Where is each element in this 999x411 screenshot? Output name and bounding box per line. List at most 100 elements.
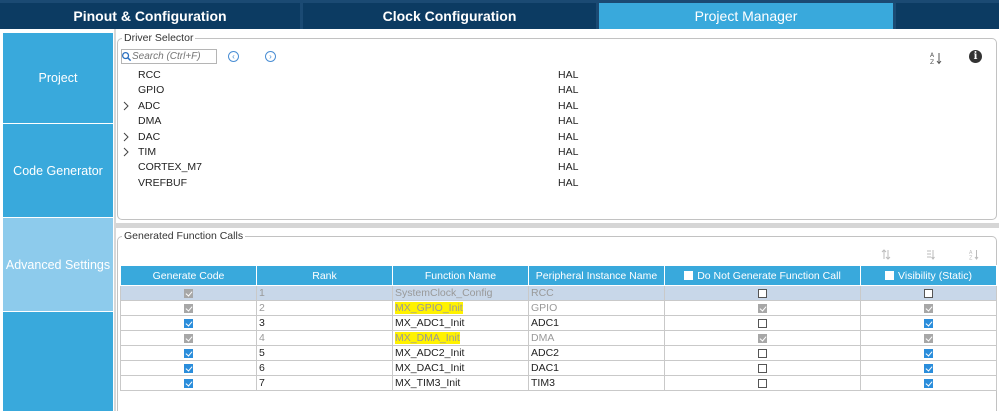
driver-name: TIM [138, 146, 157, 158]
cell-peripheral-instance: DAC1 [528, 360, 665, 376]
cell-do-not-generate [664, 345, 861, 361]
sort-alpha-icon[interactable]: A Z [969, 249, 979, 260]
driver-name: GPIO [138, 84, 165, 97]
table-row[interactable]: 1 SystemClock_Config RCC [120, 285, 997, 301]
driver-row-gpio[interactable]: GPIO HAL [118, 83, 978, 98]
cell-function-name: SystemClock_Config [392, 285, 529, 301]
cell-rank: 1 [256, 285, 393, 301]
driver-row-rcc[interactable]: RCC HAL [118, 68, 978, 83]
generate-code-checkbox[interactable] [184, 363, 193, 373]
driver-value[interactable]: HAL [558, 177, 578, 189]
do-not-generate-checkbox[interactable] [758, 348, 767, 358]
chevron-right-icon[interactable] [122, 132, 130, 142]
col-generate-code[interactable]: Generate Code [120, 265, 257, 286]
cell-rank: 2 [256, 300, 393, 316]
do-not-generate-checkbox[interactable] [758, 333, 767, 343]
search-input[interactable] [132, 50, 214, 63]
driver-name: DAC [138, 130, 161, 143]
driver-row-tim[interactable]: TIM HAL [118, 145, 978, 160]
svg-text:Z: Z [969, 256, 973, 261]
cell-function-name: MX_TIM3_Init [392, 375, 529, 391]
driver-value[interactable]: HAL [558, 161, 578, 173]
table-row[interactable]: 4 MX_DMA_Init DMA [120, 330, 997, 346]
nav-item-advanced-settings[interactable]: Advanced Settings [3, 218, 113, 311]
tab-tools[interactable] [896, 3, 999, 29]
cell-do-not-generate [664, 360, 861, 376]
driver-row-cortex_m7[interactable]: CORTEX_M7 HAL [118, 160, 978, 175]
nav-item-project[interactable]: Project [3, 33, 113, 123]
do-not-generate-checkbox[interactable] [758, 288, 767, 298]
horizontal-splitter[interactable] [116, 223, 999, 228]
cell-do-not-generate [664, 300, 861, 316]
driver-value[interactable]: HAL [558, 146, 578, 158]
cell-function-name: MX_ADC2_Init [392, 345, 529, 361]
col-peripheral-instance[interactable]: Peripheral Instance Name [528, 265, 665, 286]
visibility-checkbox[interactable] [924, 288, 933, 298]
tab-project-manager[interactable]: Project Manager [599, 3, 893, 29]
tab-clock-configuration[interactable]: Clock Configuration [303, 3, 596, 29]
header-checkbox[interactable] [684, 271, 694, 281]
table-row[interactable]: 3 MX_ADC1_Init ADC1 [120, 315, 997, 331]
do-not-generate-checkbox[interactable] [758, 363, 767, 373]
cell-do-not-generate [664, 330, 861, 346]
visibility-checkbox[interactable] [924, 318, 933, 328]
visibility-checkbox[interactable] [924, 303, 933, 313]
generate-code-checkbox[interactable] [184, 318, 193, 328]
sort-down-icon[interactable] [925, 249, 935, 260]
cell-peripheral-instance: DMA [528, 330, 665, 346]
driver-name: CORTEX_M7 [138, 161, 202, 174]
cell-rank: 7 [256, 375, 393, 391]
cell-do-not-generate [664, 285, 861, 301]
info-icon[interactable]: i [969, 50, 982, 63]
driver-value[interactable]: HAL [558, 100, 578, 112]
driver-value[interactable]: HAL [558, 115, 578, 127]
header-checkbox[interactable] [885, 271, 895, 281]
do-not-generate-checkbox[interactable] [758, 378, 767, 388]
visibility-checkbox[interactable] [924, 333, 933, 343]
vertical-splitter[interactable] [114, 29, 116, 411]
driver-name: DMA [138, 115, 162, 128]
cell-peripheral-instance: RCC [528, 285, 665, 301]
table-row[interactable]: 5 MX_ADC2_Init ADC2 [120, 345, 997, 361]
driver-row-vrefbuf[interactable]: VREFBUF HAL [118, 176, 978, 191]
sort-alpha-icon[interactable]: A Z [930, 51, 942, 65]
col-function-name[interactable]: Function Name [392, 265, 529, 286]
arrow-right-circle-icon[interactable]: › [265, 51, 276, 62]
cell-function-name: MX_GPIO_Init [392, 300, 529, 316]
visibility-checkbox[interactable] [924, 348, 933, 358]
do-not-generate-checkbox[interactable] [758, 318, 767, 328]
visibility-checkbox[interactable] [924, 378, 933, 388]
cell-visibility [860, 375, 997, 391]
cell-generate-code [120, 315, 257, 331]
chevron-right-icon[interactable] [122, 147, 130, 157]
nav-item-empty[interactable] [3, 312, 113, 411]
col-rank[interactable]: Rank [256, 265, 393, 286]
cell-generate-code [120, 375, 257, 391]
driver-row-dma[interactable]: DMA HAL [118, 114, 978, 129]
table-row[interactable]: 7 MX_TIM3_Init TIM3 [120, 375, 997, 391]
driver-value[interactable]: HAL [558, 69, 578, 81]
driver-value[interactable]: HAL [558, 131, 578, 143]
driver-row-adc[interactable]: ADC HAL [118, 99, 978, 114]
do-not-generate-checkbox[interactable] [758, 303, 767, 313]
generate-code-checkbox[interactable] [184, 348, 193, 358]
cell-visibility [860, 330, 997, 346]
chevron-right-icon[interactable] [122, 101, 130, 111]
generate-code-checkbox[interactable] [184, 333, 193, 343]
col-do-not-generate[interactable]: Do Not Generate Function Call [664, 265, 861, 286]
driver-value[interactable]: HAL [558, 84, 578, 96]
tab-pinout-configuration[interactable]: Pinout & Configuration [0, 3, 300, 29]
generate-code-checkbox[interactable] [184, 288, 193, 298]
generate-code-checkbox[interactable] [184, 303, 193, 313]
sort-up-icon[interactable] [881, 249, 891, 260]
visibility-checkbox[interactable] [924, 363, 933, 373]
table-row[interactable]: 2 MX_GPIO_Init GPIO [120, 300, 997, 316]
function-name-text: MX_ADC1_Init [395, 317, 465, 329]
arrow-left-circle-icon[interactable]: ‹ [228, 51, 239, 62]
search-box[interactable] [121, 49, 217, 64]
col-visibility[interactable]: Visibility (Static) [860, 265, 997, 286]
nav-item-code-generator[interactable]: Code Generator [3, 124, 113, 217]
table-row[interactable]: 6 MX_DAC1_Init DAC1 [120, 360, 997, 376]
generate-code-checkbox[interactable] [184, 378, 193, 388]
driver-row-dac[interactable]: DAC HAL [118, 130, 978, 145]
